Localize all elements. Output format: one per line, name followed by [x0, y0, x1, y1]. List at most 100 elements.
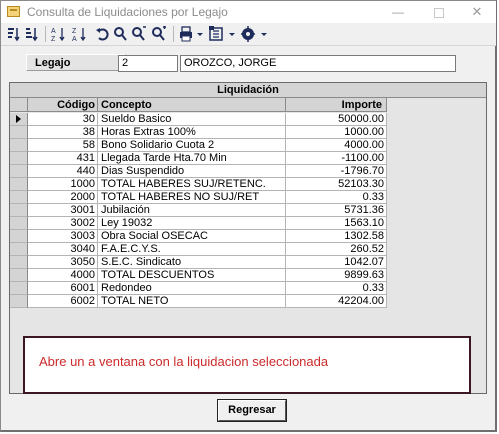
cell-codigo[interactable]: 6002 — [28, 295, 98, 308]
row-indicator[interactable] — [10, 256, 28, 269]
cell-importe[interactable]: 52103.30 — [286, 178, 387, 191]
row-indicator[interactable] — [10, 230, 28, 243]
cell-importe[interactable]: 5731.36 — [286, 204, 387, 217]
table-row[interactable]: 3001 Jubilación 5731.36 — [10, 204, 387, 217]
cell-codigo[interactable]: 3001 — [28, 204, 98, 217]
cell-importe[interactable]: 4000.00 — [286, 139, 387, 152]
row-indicator[interactable] — [10, 243, 28, 256]
table-row[interactable]: 3002 Ley 19032 1563.10 — [10, 217, 387, 230]
cell-concepto[interactable]: TOTAL DESCUENTOS — [98, 269, 286, 282]
cell-importe[interactable]: 260.52 — [286, 243, 387, 256]
cell-concepto[interactable]: Sueldo Basico — [98, 113, 286, 126]
cell-codigo[interactable]: 3040 — [28, 243, 98, 256]
table-row[interactable]: 3050 S.E.C. Sindicato 1042.07 — [10, 256, 387, 269]
cell-codigo[interactable]: 1000 — [28, 178, 98, 191]
table-row[interactable]: 431 Llegada Tarde Hta.70 Min -1100.00 — [10, 152, 387, 165]
cell-importe[interactable]: -1796.70 — [286, 165, 387, 178]
cell-codigo[interactable]: 4000 — [28, 269, 98, 282]
cell-codigo[interactable]: 30 — [28, 113, 98, 126]
cell-concepto[interactable]: TOTAL NETO — [98, 295, 286, 308]
cell-concepto[interactable]: Obra Social OSECAC — [98, 230, 286, 243]
legajo-label: Legajo — [26, 54, 126, 71]
row-indicator[interactable] — [10, 113, 28, 126]
row-indicator[interactable] — [10, 178, 28, 191]
row-indicator[interactable] — [10, 269, 28, 282]
maximize-button[interactable] — [419, 1, 459, 23]
export-icon[interactable] — [209, 26, 237, 42]
cell-importe[interactable]: 1563.10 — [286, 217, 387, 230]
cell-concepto[interactable]: Ley 19032 — [98, 217, 286, 230]
svg-text:Z: Z — [72, 28, 77, 35]
row-indicator[interactable] — [10, 139, 28, 152]
cell-importe[interactable]: -1100.00 — [286, 152, 387, 165]
table-row[interactable]: 3040 F.A.E.C.Y.S. 260.52 — [10, 243, 387, 256]
app-icon — [7, 6, 20, 17]
close-button[interactable]: ✕ — [457, 1, 497, 23]
cell-concepto[interactable]: TOTAL HABERES NO SUJ/RET — [98, 191, 286, 204]
row-indicator[interactable] — [10, 152, 28, 165]
cell-codigo[interactable]: 431 — [28, 152, 98, 165]
cell-codigo[interactable]: 6001 — [28, 282, 98, 295]
cell-concepto[interactable]: Jubilación — [98, 204, 286, 217]
table-row[interactable]: 58 Bono Solidario Cuota 2 4000.00 — [10, 139, 387, 152]
table-row[interactable]: 4000 TOTAL DESCUENTOS 9899.63 — [10, 269, 387, 282]
cell-importe[interactable]: 42204.00 — [286, 295, 387, 308]
row-indicator[interactable] — [10, 204, 28, 217]
config-icon[interactable] — [241, 26, 269, 42]
row-indicator[interactable] — [10, 295, 28, 308]
cell-concepto[interactable]: Llegada Tarde Hta.70 Min — [98, 152, 286, 165]
cell-importe[interactable]: 1042.07 — [286, 256, 387, 269]
row-indicator[interactable] — [10, 282, 28, 295]
undo-icon[interactable] — [95, 26, 109, 42]
row-indicator[interactable] — [10, 191, 28, 204]
table-row[interactable]: 38 Horas Extras 100% 1000.00 — [10, 126, 387, 139]
cell-concepto[interactable]: TOTAL HABERES SUJ/RETENC. — [98, 178, 286, 191]
cell-importe[interactable]: 0.33 — [286, 282, 387, 295]
row-indicator-header — [10, 98, 28, 112]
cell-importe[interactable]: 0.33 — [286, 191, 387, 204]
cell-concepto[interactable]: Horas Extras 100% — [98, 126, 286, 139]
column-header-concepto[interactable]: Concepto — [98, 98, 286, 112]
cell-importe[interactable]: 1302.58 — [286, 230, 387, 243]
row-indicator[interactable] — [10, 217, 28, 230]
cell-codigo[interactable]: 3050 — [28, 256, 98, 269]
toolbar: AZ ZA — [1, 23, 496, 46]
table-row[interactable]: 1000 TOTAL HABERES SUJ/RETENC. 52103.30 — [10, 178, 387, 191]
row-indicator[interactable] — [10, 165, 28, 178]
table-row[interactable]: 440 Dias Suspendido -1796.70 — [10, 165, 387, 178]
cell-importe[interactable]: 1000.00 — [286, 126, 387, 139]
table-row[interactable]: 6001 Redondeo 0.33 — [10, 282, 387, 295]
legajo-name-field[interactable]: OROZCO, JORGE — [180, 55, 456, 72]
column-header-importe[interactable]: Importe — [286, 98, 387, 112]
cell-codigo[interactable]: 38 — [28, 126, 98, 139]
sort-desc-icon[interactable] — [25, 26, 39, 42]
find-next-icon[interactable] — [131, 26, 147, 42]
minimize-button[interactable]: — — [378, 1, 418, 23]
cell-codigo[interactable]: 58 — [28, 139, 98, 152]
cell-codigo[interactable]: 440 — [28, 165, 98, 178]
sort-asc-icon[interactable] — [7, 26, 21, 42]
table-row[interactable]: 6002 TOTAL NETO 42204.00 — [10, 295, 387, 308]
cell-concepto[interactable]: S.E.C. Sindicato — [98, 256, 286, 269]
table-row[interactable]: 2000 TOTAL HABERES NO SUJ/RET 0.33 — [10, 191, 387, 204]
find-prev-icon[interactable] — [151, 26, 167, 42]
print-icon[interactable] — [179, 26, 205, 42]
sort-za-icon[interactable]: ZA — [72, 26, 88, 42]
cell-importe[interactable]: 50000.00 — [286, 113, 387, 126]
sort-az-icon[interactable]: AZ — [51, 26, 67, 42]
cell-concepto[interactable]: Redondeo — [98, 282, 286, 295]
table-row[interactable]: 30 Sueldo Basico 50000.00 — [10, 113, 387, 126]
column-header-codigo[interactable]: Código — [28, 98, 98, 112]
cell-concepto[interactable]: Dias Suspendido — [98, 165, 286, 178]
regresar-button[interactable]: Regresar — [218, 400, 286, 421]
cell-codigo[interactable]: 3003 — [28, 230, 98, 243]
row-indicator[interactable] — [10, 126, 28, 139]
legajo-number-field[interactable]: 2 — [118, 55, 178, 72]
cell-importe[interactable]: 9899.63 — [286, 269, 387, 282]
cell-concepto[interactable]: Bono Solidario Cuota 2 — [98, 139, 286, 152]
cell-concepto[interactable]: F.A.E.C.Y.S. — [98, 243, 286, 256]
table-row[interactable]: 3003 Obra Social OSECAC 1302.58 — [10, 230, 387, 243]
cell-codigo[interactable]: 2000 — [28, 191, 98, 204]
cell-codigo[interactable]: 3002 — [28, 217, 98, 230]
search-icon[interactable] — [113, 26, 127, 42]
